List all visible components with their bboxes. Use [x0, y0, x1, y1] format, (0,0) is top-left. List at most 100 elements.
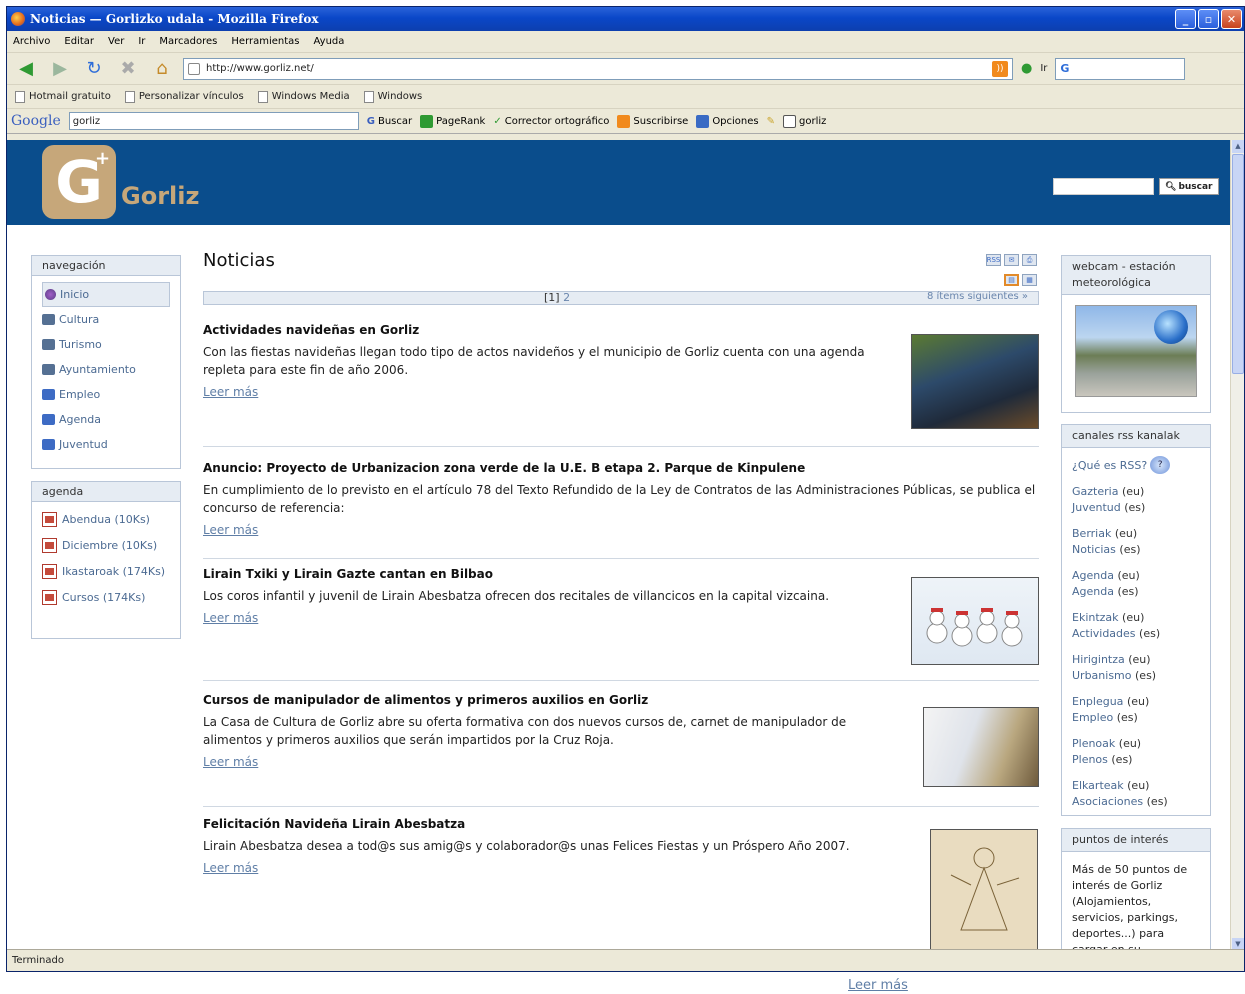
vertical-scrollbar[interactable]: ▲ ▼ [1230, 140, 1244, 951]
options-button[interactable]: Opciones [696, 114, 759, 128]
menu-marcadores[interactable]: Marcadores [159, 36, 217, 47]
christmas-greeting-drawing[interactable] [930, 829, 1038, 951]
nav-item-empleo[interactable]: Empleo [42, 382, 170, 407]
scroll-thumb[interactable] [1232, 154, 1244, 374]
menu-herramientas[interactable]: Herramientas [231, 36, 299, 47]
read-more-link[interactable]: Leer más [203, 523, 258, 537]
stop-icon[interactable]: ✖ [115, 56, 141, 82]
bookmark-personalizar[interactable]: Personalizar vínculos [124, 90, 244, 103]
home-icon[interactable]: ⌂ [149, 56, 175, 82]
navigation-toolbar: ◀ ▶ ↻ ✖ ⌂ http://www.gorliz.net/ )) ● Ir… [7, 53, 1244, 85]
rss-link-eu[interactable]: Agenda [1072, 569, 1114, 582]
mail-icon[interactable]: ✉ [1004, 254, 1019, 266]
nav-item-ayuntamiento[interactable]: Ayuntamiento [42, 357, 170, 382]
scroll-up-icon[interactable]: ▲ [1232, 140, 1244, 153]
christmas-activities-photo[interactable] [911, 334, 1039, 429]
google-search-button[interactable]: G Buscar [367, 116, 412, 127]
read-more-link[interactable]: Leer más [203, 385, 258, 399]
news-item: Actividades navideñas en Gorliz Con las … [203, 323, 1039, 447]
agenda-file-diciembre[interactable]: Diciembre (10Ks) [42, 538, 170, 554]
rss-help[interactable]: ¿Qué es RSS?? [1062, 448, 1210, 478]
highlight-button[interactable]: ✎ [767, 116, 775, 127]
list-view-icon[interactable]: ▤ [1004, 274, 1019, 286]
rss-link-es[interactable]: Agenda [1072, 585, 1114, 598]
google-search-input[interactable]: gorliz [68, 112, 359, 130]
nav-item-inicio[interactable]: Inicio [42, 282, 170, 307]
agenda-file-abendua[interactable]: Abendua (10Ks) [42, 512, 170, 528]
read-more-link[interactable]: Leer más [203, 861, 258, 875]
search-button-label: buscar [1178, 181, 1213, 192]
nav-item-juventud[interactable]: Juventud [42, 432, 170, 457]
webcam-box: webcam - estación meteorológica [1061, 255, 1211, 413]
agenda-file-cursos[interactable]: Cursos (174Ks) [42, 590, 170, 606]
rss-view-icon[interactable]: RSS [986, 254, 1001, 266]
rss-link-es[interactable]: Juventud [1072, 501, 1121, 514]
rss-link-eu[interactable]: Ekintzak [1072, 611, 1119, 624]
read-more-link[interactable]: Leer más [203, 755, 258, 769]
rss-link-es[interactable]: Urbanismo [1072, 669, 1132, 682]
search-term-button[interactable]: gorliz [783, 114, 826, 128]
forward-arrow-icon[interactable]: ▶ [47, 56, 73, 82]
maximize-button[interactable]: ▫ [1198, 9, 1219, 29]
rss-link-eu[interactable]: Plenoak [1072, 737, 1115, 750]
next-items-link[interactable]: 8 ítems siguientes » [927, 291, 1028, 302]
rss-link-es[interactable]: Noticias [1072, 543, 1116, 556]
snowmen-choir-illustration[interactable] [911, 577, 1039, 665]
page-2-link[interactable]: 2 [563, 291, 570, 304]
minimize-button[interactable]: _ [1175, 9, 1196, 29]
read-more-link[interactable]: Leer más [203, 611, 258, 625]
news-title[interactable]: Anuncio: Proyecto de Urbanizacion zona v… [203, 461, 1039, 475]
spellcheck-button[interactable]: ✓ Corrector ortográfico [493, 116, 609, 127]
bookmark-windows[interactable]: Windows [363, 90, 422, 103]
back-arrow-icon[interactable]: ◀ [13, 56, 39, 82]
news-title[interactable]: Felicitación Navideña Lirain Abesbatza [203, 817, 1039, 831]
nav-item-cultura[interactable]: Cultura [42, 307, 170, 332]
rss-link-eu[interactable]: Hirigintza [1072, 653, 1125, 666]
rss-link-es[interactable]: Plenos [1072, 753, 1108, 766]
first-aid-photo[interactable] [923, 707, 1039, 787]
reload-icon[interactable]: ↻ [81, 56, 107, 82]
nav-item-agenda[interactable]: Agenda [42, 407, 170, 432]
rss-link-eu[interactable]: Enplegua [1072, 695, 1123, 708]
news-title[interactable]: Cursos de manipulador de alimentos y pri… [203, 693, 1039, 707]
google-logo[interactable]: Google [11, 113, 61, 129]
nav-item-turismo[interactable]: Turismo [42, 332, 170, 357]
webcam-image[interactable] [1075, 305, 1197, 397]
menu-editar[interactable]: Editar [64, 36, 94, 47]
question-help-icon[interactable]: ? [1150, 456, 1171, 474]
pagerank-indicator[interactable]: PageRank [420, 114, 485, 128]
globe-icon [1154, 310, 1188, 344]
grid-view-icon[interactable]: ▦ [1022, 274, 1037, 286]
print-icon[interactable]: ⎙ [1022, 254, 1037, 266]
options-icon [696, 114, 710, 128]
url-bar[interactable]: http://www.gorliz.net/ )) [183, 57, 1013, 80]
go-button[interactable]: Ir [1040, 63, 1047, 74]
rss-link-es[interactable]: Empleo [1072, 711, 1113, 724]
rss-link-es[interactable]: Asociaciones [1072, 795, 1143, 808]
rss-feed-icon[interactable]: )) [992, 60, 1008, 77]
bookmark-windows-media[interactable]: Windows Media [257, 90, 350, 103]
news-text: Los coros infantil y juvenil de Lirain A… [203, 589, 830, 603]
menu-archivo[interactable]: Archivo [13, 36, 50, 47]
rss-icon [42, 389, 55, 400]
rss-pair: Elkarteak (eu) Asociaciones (es) [1062, 772, 1210, 814]
menu-ir[interactable]: Ir [138, 36, 145, 47]
search-engine-box[interactable]: G [1055, 57, 1186, 80]
rss-link-eu[interactable]: Elkarteak [1072, 779, 1124, 792]
menu-ver[interactable]: Ver [108, 36, 124, 47]
subscribe-button[interactable]: Suscribirse [617, 114, 688, 128]
logo-text: Gorliz [121, 182, 200, 210]
close-button[interactable]: ✕ [1221, 9, 1242, 29]
go-icon[interactable]: ● [1021, 61, 1032, 76]
folder-icon [42, 339, 55, 350]
rss-link-es[interactable]: Actividades [1072, 627, 1136, 640]
menu-ayuda[interactable]: Ayuda [314, 36, 345, 47]
site-search-input[interactable] [1053, 178, 1154, 195]
rss-link-eu[interactable]: Berriak [1072, 527, 1111, 540]
read-more-link-below[interactable]: Leer más [848, 978, 908, 993]
rss-link-eu[interactable]: Gazteria [1072, 485, 1118, 498]
agenda-file-ikastaroak[interactable]: Ikastaroak (174Ks) [42, 564, 170, 580]
agenda-file-label: Ikastaroak (174Ks) [62, 565, 166, 578]
site-search-button[interactable]: 🔍︎ buscar [1159, 178, 1219, 195]
bookmark-hotmail[interactable]: Hotmail gratuito [15, 90, 111, 103]
